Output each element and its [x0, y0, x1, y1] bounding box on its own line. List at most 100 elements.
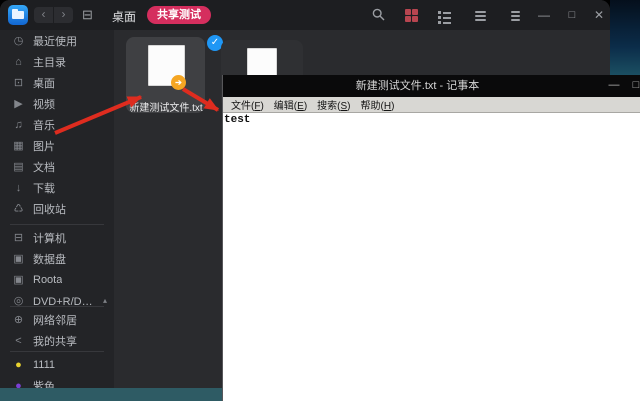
sidebar-item-tag-purple[interactable]: ● 紫色: [0, 375, 114, 389]
sidebar-group-places: ◷ 最近使用 ⌂ 主目录 ⊡ 桌面 ▶ 视频 ♫ 音乐 ▦ 图片 ▤ 文档 ↓ …: [0, 30, 114, 219]
detail-view-icon[interactable]: [472, 8, 488, 23]
detail-glyph: [472, 8, 488, 21]
sidebar-item-tag-1111[interactable]: ● 1111: [0, 354, 114, 375]
share-icon: <: [15, 334, 22, 347]
notepad-title: 新建测试文件.txt - 记事本: [355, 80, 480, 92]
sidebar-item-pictures[interactable]: ▦ 图片: [0, 135, 114, 156]
sidebar-item-my-shares[interactable]: < 我的共享: [0, 330, 114, 351]
active-tab-share-test[interactable]: 共享测试: [147, 6, 211, 24]
clock-icon: ◷: [13, 35, 24, 47]
menu-label-pre: 编辑(: [273, 101, 298, 112]
back-button[interactable]: ‹: [34, 7, 53, 23]
taskbar[interactable]: [0, 388, 222, 401]
sidebar-separator: [10, 351, 104, 352]
eject-icon[interactable]: ▴: [103, 296, 107, 305]
maximize-button[interactable]: □: [564, 8, 580, 23]
sidebar-item-label: 计算机: [33, 232, 66, 245]
notepad-titlebar[interactable]: 新建测试文件.txt - 记事本 — □: [223, 75, 640, 97]
sidebar-separator: [10, 224, 104, 225]
sidebar-group-devices: ⊟ 计算机 ▣ 数据盘 ▣ Roota ◎ DVD+R/DL 驱… ▴: [0, 227, 114, 311]
sidebar-item-label: 视频: [33, 98, 55, 111]
disk-icon: ▣: [13, 253, 24, 265]
sidebar-group-network: ⊕ 网络邻居 < 我的共享: [0, 309, 114, 351]
desktop-icon: ⊡: [13, 77, 24, 89]
sidebar-item-label: 下载: [33, 182, 55, 195]
menu-item-edit[interactable]: 编辑(E): [269, 97, 312, 112]
sidebar-item-music[interactable]: ♫ 音乐: [0, 114, 114, 135]
sidebar-item-recent[interactable]: ◷ 最近使用: [0, 30, 114, 51]
menu-accelerator: H: [383, 101, 392, 112]
menu-label-pre: 搜索(: [317, 101, 341, 112]
sidebar-item-desktop[interactable]: ⊡ 桌面: [0, 72, 114, 93]
sidebar-item-label: Roota: [33, 273, 63, 286]
file-manager-titlebar[interactable]: ‹ › ⊟ 桌面 共享测试 — □ ✕: [0, 0, 610, 30]
file-label: 新建测试文件.txt: [129, 103, 203, 114]
notepad-window: 新建测试文件.txt - 记事本 — □ 文件(F) 编辑(E) 搜索(S) 帮…: [222, 75, 640, 401]
list-view-icon[interactable]: [438, 8, 454, 23]
sidebar-item-label: 文档: [33, 161, 55, 174]
hamburger-glyph: [507, 8, 523, 21]
menu-label-pre: 帮助(: [360, 101, 384, 112]
sidebar-item-trash[interactable]: ♺ 回收站: [0, 198, 114, 219]
sidebar-item-label: 图片: [33, 140, 55, 153]
sidebar-group-tags: ● 1111 ● 紫色: [0, 354, 114, 389]
menu-label-post: ): [260, 101, 264, 112]
list-glyph: [438, 8, 454, 24]
share-emblem-icon: ➔: [171, 75, 186, 90]
sidebar-item-home[interactable]: ⌂ 主目录: [0, 51, 114, 72]
picture-icon: ▦: [13, 140, 24, 152]
computer-icon: ⊟: [13, 232, 24, 244]
computer-icon[interactable]: ⊟: [82, 7, 93, 23]
notepad-maximize-button[interactable]: □: [629, 75, 640, 97]
sidebar-item-documents[interactable]: ▤ 文档: [0, 156, 114, 177]
notepad-minimize-button[interactable]: —: [607, 75, 621, 97]
sidebar-separator: [10, 306, 104, 307]
menu-icon[interactable]: [507, 8, 523, 23]
sidebar-item-downloads[interactable]: ↓ 下载: [0, 177, 114, 198]
sidebar-item-roota[interactable]: ▣ Roota: [0, 269, 114, 290]
sidebar-item-label: 音乐: [33, 119, 55, 132]
sidebar-item-dvd[interactable]: ◎ DVD+R/DL 驱… ▴: [0, 290, 114, 311]
menu-label-post: ): [391, 101, 395, 112]
home-icon: ⌂: [15, 55, 22, 68]
icon-view-icon[interactable]: [404, 8, 420, 23]
menu-label-pre: 文件(: [231, 101, 255, 112]
disk-icon: ▣: [13, 274, 24, 286]
notepad-menubar: 文件(F) 编辑(E) 搜索(S) 帮助(H): [223, 97, 640, 113]
sidebar-item-label: 桌面: [33, 77, 55, 90]
sidebar-item-label: 回收站: [33, 203, 66, 216]
music-icon: ♫: [14, 118, 23, 131]
sidebar-item-label: 主目录: [33, 56, 66, 69]
search-icon[interactable]: [370, 8, 386, 23]
sidebar-item-computer[interactable]: ⊟ 计算机: [0, 227, 114, 248]
tag-dot-purple-icon: ●: [15, 379, 22, 389]
sidebar-item-label: 最近使用: [33, 35, 77, 48]
menu-item-file[interactable]: 文件(F): [226, 97, 269, 112]
document-icon: ▤: [13, 161, 24, 173]
sidebar-item-label: 网络邻居: [33, 314, 77, 327]
tag-dot-yellow-icon: ●: [15, 358, 22, 371]
sidebar-item-videos[interactable]: ▶ 视频: [0, 93, 114, 114]
menu-item-search[interactable]: 搜索(S): [312, 97, 355, 112]
sidebar-item-label: 我的共享: [33, 335, 77, 348]
sidebar: ◷ 最近使用 ⌂ 主目录 ⊡ 桌面 ▶ 视频 ♫ 音乐 ▦ 图片 ▤ 文档 ↓ …: [0, 30, 114, 388]
notepad-text-area[interactable]: test: [223, 113, 640, 401]
menu-label-post: ): [347, 101, 351, 112]
menu-accelerator: E: [297, 101, 304, 112]
sidebar-item-label: 数据盘: [33, 253, 66, 266]
menu-item-help[interactable]: 帮助(H): [356, 97, 400, 112]
trash-icon: ♺: [13, 203, 24, 215]
desktop-wallpaper: [610, 0, 640, 75]
grid-glyph: [404, 8, 420, 22]
forward-button[interactable]: ›: [54, 7, 73, 23]
network-icon: ⊕: [13, 314, 24, 326]
sidebar-item-data-disk[interactable]: ▣ 数据盘: [0, 248, 114, 269]
minimize-button[interactable]: —: [536, 8, 552, 23]
sidebar-item-label: 1111: [33, 358, 56, 371]
sidebar-item-network[interactable]: ⊕ 网络邻居: [0, 309, 114, 330]
breadcrumb[interactable]: 桌面: [112, 8, 136, 25]
sidebar-item-label: 紫色: [33, 380, 55, 389]
video-icon: ▶: [14, 98, 23, 110]
file-tile-selected[interactable]: ➔ 新建测试文件.txt ✓: [126, 35, 223, 114]
close-button[interactable]: ✕: [591, 8, 607, 23]
